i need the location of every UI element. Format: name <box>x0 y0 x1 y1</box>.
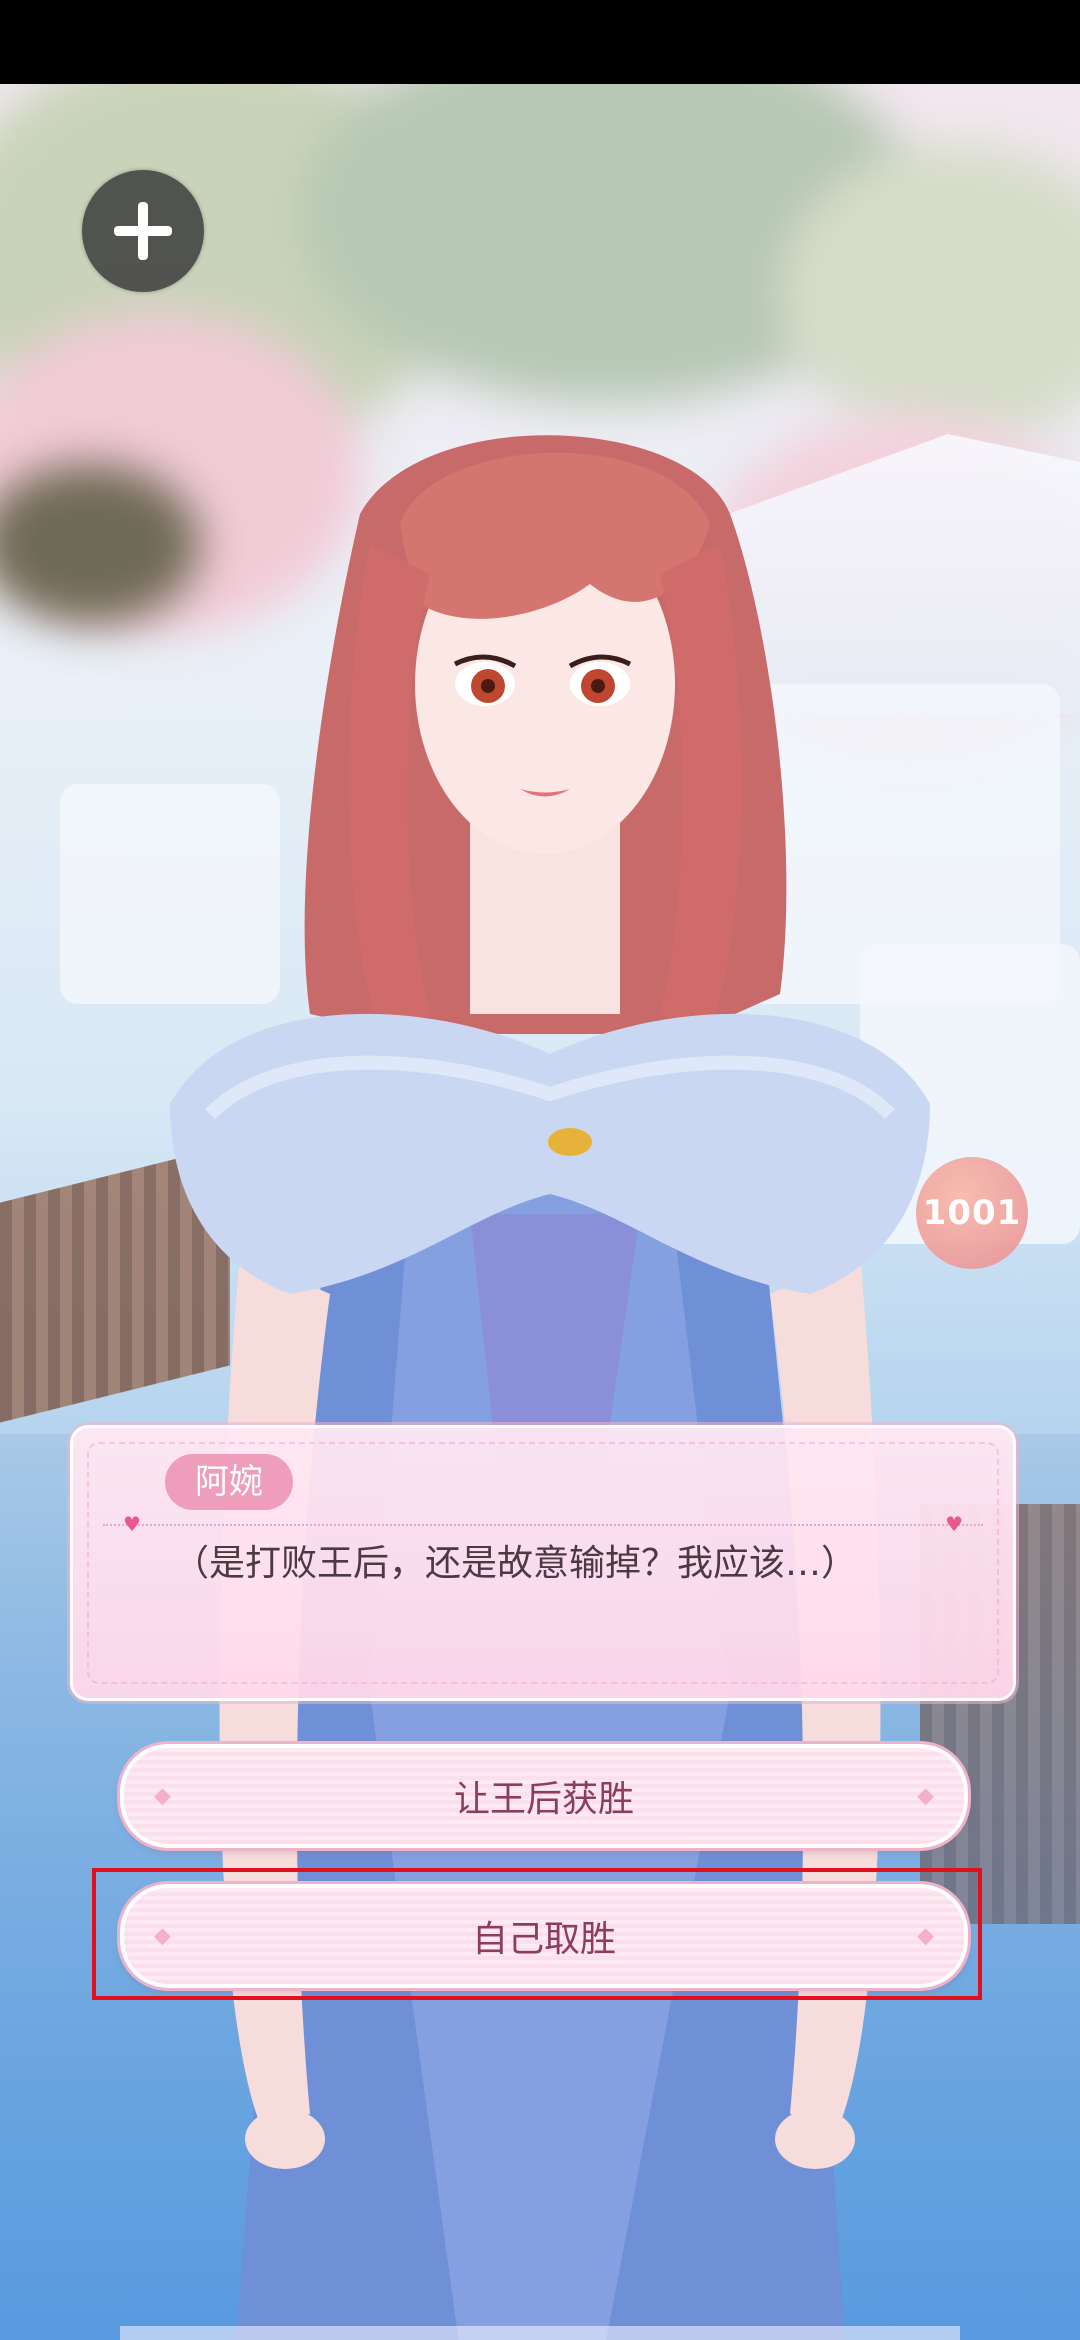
diamond-deco-icon: ◆ <box>154 1923 171 1949</box>
choice-label: 让王后获胜 <box>453 1779 634 1820</box>
badge-label: 1001 <box>922 1193 1022 1233</box>
story-scene[interactable]: 1001 阿婉 ♥ ♥ （是打败王后，还是故意输掉？我应该…） ◆ 让王后获胜 … <box>0 84 1080 2340</box>
heart-icon: ♥ <box>123 1512 141 1536</box>
heart-icon: ♥ <box>945 1512 963 1536</box>
plus-icon <box>108 196 178 266</box>
diamond-deco-icon: ◆ <box>154 1783 171 1809</box>
game-screen: 1001 阿婉 ♥ ♥ （是打败王后，还是故意输掉？我应该…） ◆ 让王后获胜 … <box>0 0 1080 2340</box>
diamond-deco-icon: ◆ <box>917 1923 934 1949</box>
dialog-box[interactable]: 阿婉 ♥ ♥ （是打败王后，还是故意输掉？我应该…） <box>70 1425 1016 1701</box>
dialog-divider <box>103 1524 983 1526</box>
character-sprite <box>170 435 930 2340</box>
speaker-name-tag: 阿婉 <box>165 1454 293 1510</box>
diamond-deco-icon: ◆ <box>917 1783 934 1809</box>
choice-label: 自己取胜 <box>471 1919 616 1960</box>
app-badge-button[interactable]: 1001 <box>916 1157 1028 1269</box>
dialog-text: （是打败王后，还是故意输掉？我应该…） <box>173 1543 858 1584</box>
choice-button-win-myself[interactable]: ◆ 自己取胜 ◆ <box>120 1884 968 1988</box>
menu-plus-button[interactable] <box>82 170 204 292</box>
status-bar <box>0 0 1080 84</box>
choice-button-let-queen-win[interactable]: ◆ 让王后获胜 ◆ <box>120 1744 968 1848</box>
bottom-strip <box>120 2326 960 2340</box>
